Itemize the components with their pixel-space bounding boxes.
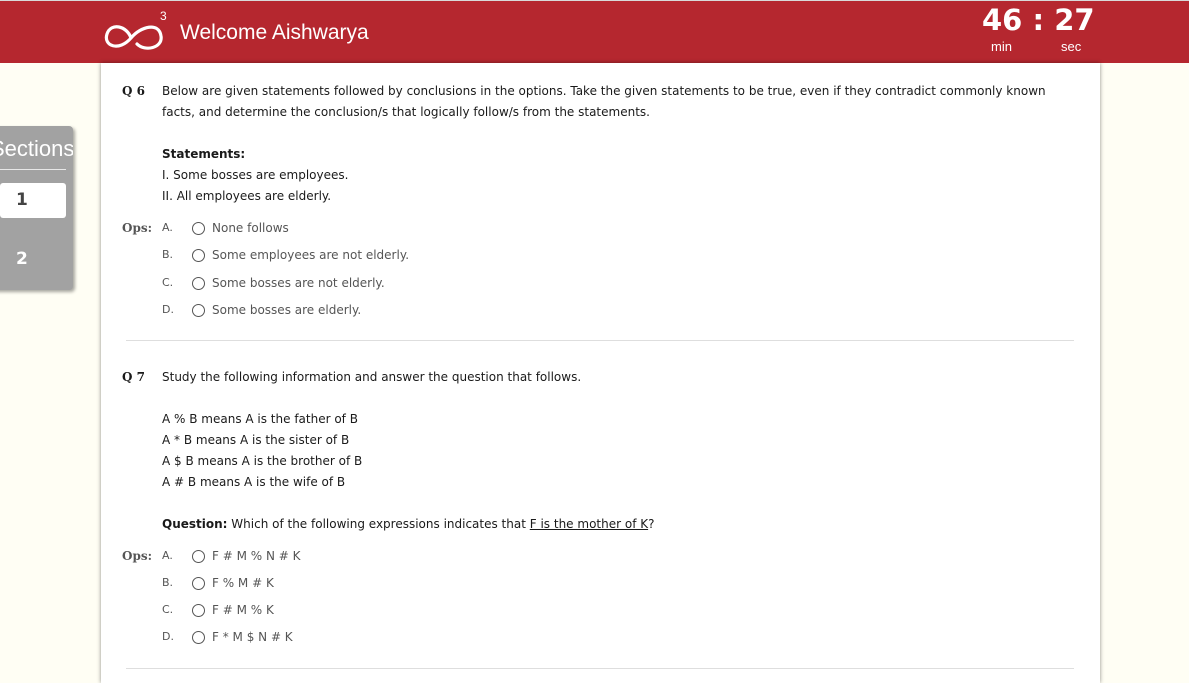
question-text: Study the following information and answ… xyxy=(162,370,582,384)
sections-title: Sections xyxy=(0,136,73,161)
header-bar: 3 Welcome Aishwarya 46 : 27 min sec xyxy=(0,0,1189,63)
logo-icon: 3 xyxy=(104,9,167,50)
timer-digits: 46 : 27 xyxy=(982,3,1095,37)
question-panel: Q 6 Below are given statements followed … xyxy=(101,63,1100,683)
option-letter: B. xyxy=(162,576,174,589)
option-letter: C. xyxy=(162,276,174,289)
ops-label: Ops: xyxy=(122,221,153,235)
option-text: F # M % K xyxy=(212,603,274,617)
radio-button[interactable] xyxy=(192,249,205,262)
option-letter: B. xyxy=(162,248,174,261)
radio-button[interactable] xyxy=(192,577,205,590)
timer-minutes: 46 xyxy=(982,3,1023,37)
radio-button[interactable] xyxy=(192,604,205,617)
section-1-button[interactable]: 1 xyxy=(0,183,66,218)
option-text: None follows xyxy=(212,221,289,235)
question-label: Question: xyxy=(162,517,228,531)
sections-panel: Sections 1 2 xyxy=(0,126,73,290)
question-suffix: ? xyxy=(648,517,655,531)
statement-2: II. All employees are elderly. xyxy=(162,189,332,203)
question-underlined: F is the mother of K xyxy=(529,517,649,531)
option-letter: D. xyxy=(162,630,174,643)
option-text: F % M # K xyxy=(212,576,274,590)
svg-text:3: 3 xyxy=(160,9,167,23)
radio-button[interactable] xyxy=(192,550,205,563)
timer-separator: : xyxy=(1032,3,1045,37)
info-line-3: A $ B means A is the brother of B xyxy=(162,454,363,468)
question-divider xyxy=(126,340,1074,341)
question-prompt: Question: Which of the following express… xyxy=(162,514,654,535)
option-text: Some bosses are not elderly. xyxy=(212,276,385,290)
info-line-4: A # B means A is the wife of B xyxy=(162,475,346,489)
radio-button[interactable] xyxy=(192,277,205,290)
radio-button[interactable] xyxy=(192,304,205,317)
statement-1: I. Some bosses are employees. xyxy=(162,168,349,182)
option-text: F # M % N # K xyxy=(212,549,301,563)
question-number: Q 6 xyxy=(122,84,145,98)
timer-seconds: 27 xyxy=(1054,3,1095,37)
sections-divider xyxy=(0,169,66,170)
info-line-2: A * B means A is the sister of B xyxy=(162,433,350,447)
option-letter: D. xyxy=(162,303,174,316)
question-prefix: Which of the following expressions indic… xyxy=(231,517,530,531)
ops-label: Ops: xyxy=(122,549,153,563)
welcome-text: Welcome Aishwarya xyxy=(180,21,369,44)
option-text: Some bosses are elderly. xyxy=(212,303,362,317)
statements-heading: Statements: xyxy=(162,147,246,161)
radio-button[interactable] xyxy=(192,631,205,644)
timer-min-label: min xyxy=(991,39,1012,54)
option-letter: C. xyxy=(162,603,174,616)
radio-button[interactable] xyxy=(192,222,205,235)
option-letter: A. xyxy=(162,221,173,234)
question-divider xyxy=(126,668,1074,669)
timer-sec-label: sec xyxy=(1061,39,1082,54)
option-letter: A. xyxy=(162,549,173,562)
question-number: Q 7 xyxy=(122,370,145,384)
option-text: F * M $ N # K xyxy=(212,630,293,644)
option-text: Some employees are not elderly. xyxy=(212,248,410,262)
question-text: Below are given statements followed by c… xyxy=(162,84,1046,119)
info-line-1: A % B means A is the father of B xyxy=(162,412,358,426)
section-2-button[interactable]: 2 xyxy=(0,242,66,277)
